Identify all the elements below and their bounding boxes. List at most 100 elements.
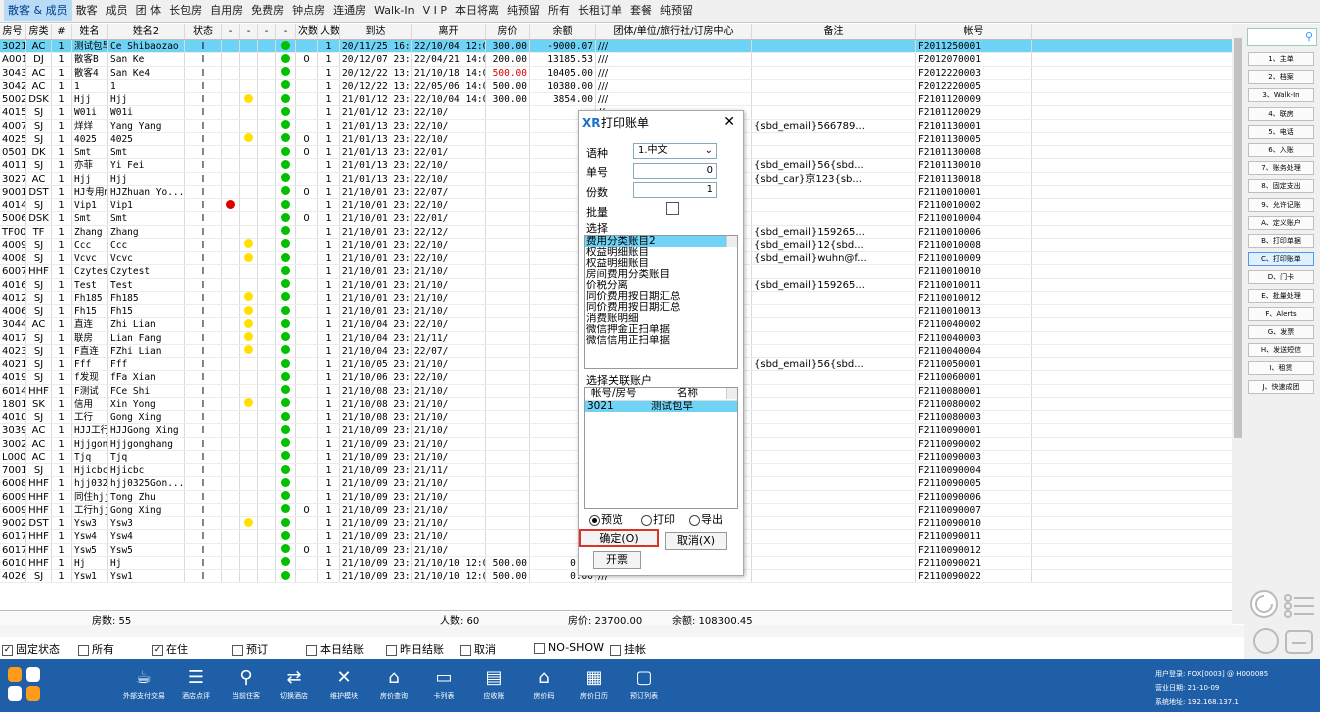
filter-checkbox[interactable] [78, 644, 89, 656]
col-header-3[interactable]: 姓名 [72, 24, 108, 39]
action-button-4[interactable]: 5、电话 [1248, 124, 1314, 139]
bill-type-option[interactable]: 权益明细账目 [585, 247, 737, 258]
action-button-9[interactable]: A、定义账户 [1248, 215, 1314, 230]
vertical-scrollbar[interactable] [1232, 24, 1244, 624]
print-icon[interactable] [1250, 625, 1316, 657]
bill-type-option[interactable]: 权益明细账目 [585, 258, 737, 269]
bill-type-list[interactable]: 费用分类账目2 权益明细账目 权益明细账目 房间费用分类账目 价税分离 同价费用按日期汇总… [584, 235, 738, 369]
col-header-17[interactable]: 备注 [752, 24, 916, 39]
filter-checkbox[interactable]: ✓ [2, 644, 13, 656]
filter-checkbox[interactable] [232, 644, 243, 656]
filter-checkbox[interactable] [460, 644, 471, 656]
radio-1[interactable]: 打印 [641, 511, 675, 527]
filter-checkbox[interactable] [610, 644, 621, 656]
col-header-15[interactable]: 余额 [530, 24, 596, 39]
tab-9[interactable]: Walk-In [370, 0, 419, 21]
copies-input[interactable]: 1 [633, 182, 717, 198]
col-header-10[interactable]: 次数 [296, 24, 318, 39]
ok-button[interactable]: 确定(O) [579, 529, 659, 547]
scroll-thumb[interactable] [1234, 38, 1242, 438]
bill-type-option[interactable]: 微信信用正扫单据 [585, 335, 737, 346]
tab-15[interactable]: 套餐 [626, 0, 656, 21]
tab-2[interactable]: 成员 [102, 0, 132, 21]
action-button-14[interactable]: F、Alerts [1248, 306, 1314, 321]
filter-6[interactable]: 取消 [460, 641, 496, 657]
filter-1[interactable]: 所有 [78, 641, 114, 657]
filter-checkbox[interactable]: ✓ [152, 644, 163, 656]
clipboard-icon[interactable]: ▢ [614, 665, 674, 691]
tab-11[interactable]: 本日将离 [451, 0, 503, 21]
toolbar-item-10[interactable]: ▢ 预订列表 [614, 665, 674, 701]
bill-type-option[interactable]: 同价费用按日期汇总 [585, 291, 737, 302]
filter-checkbox[interactable] [306, 644, 317, 656]
col-header-14[interactable]: 房价 [486, 24, 530, 39]
action-button-13[interactable]: E、批量处理 [1248, 288, 1314, 303]
list-scrollbar[interactable] [726, 236, 737, 247]
action-button-7[interactable]: 8、固定支出 [1248, 179, 1314, 194]
bill-type-option[interactable]: 价税分离 [585, 280, 737, 291]
toolbar-item-0[interactable]: ☕ 外部支付交易 [114, 665, 174, 701]
action-button-18[interactable]: J、快速成团 [1248, 379, 1314, 394]
assoc-account-list[interactable]: 帐号/房号 名称 3021 测试包早 [584, 387, 738, 509]
action-button-11[interactable]: C、打印账单 [1248, 252, 1314, 267]
table-row[interactable]: 3042AC111I120/12/22 13:2122/05/06 14:005… [0, 79, 1232, 93]
filter-3[interactable]: 预订 [232, 641, 268, 657]
bill-type-option[interactable]: 房间费用分类账目 [585, 269, 737, 280]
tab-4[interactable]: 长包房 [165, 0, 206, 21]
tab-12[interactable]: 纯预留 [503, 0, 544, 21]
tab-6[interactable]: 免费房 [247, 0, 288, 21]
action-button-15[interactable]: G、发票 [1248, 325, 1314, 339]
search-icon[interactable]: ⚲ [1305, 30, 1313, 43]
assoc-row[interactable]: 3021 测试包早 [585, 401, 737, 412]
action-button-12[interactable]: D、门卡 [1248, 270, 1314, 285]
invoice-button[interactable]: 开票 [593, 551, 641, 569]
number-input[interactable]: 0 [633, 163, 717, 179]
radio-circle[interactable] [641, 514, 652, 526]
filter-5[interactable]: 昨日结账 [386, 641, 444, 657]
action-button-1[interactable]: 2、档案 [1248, 70, 1314, 85]
bill-type-option[interactable]: 微信押金正扫单据 [585, 324, 737, 335]
bill-type-option[interactable]: 同价费用按日期汇总 [585, 302, 737, 313]
radio-0[interactable]: 预览 [589, 511, 623, 527]
tab-7[interactable]: 钟点房 [288, 0, 329, 21]
action-button-3[interactable]: 4、联房 [1248, 106, 1314, 121]
tab-5[interactable]: 自用房 [206, 0, 247, 21]
tab-1[interactable]: 散客 [72, 0, 102, 21]
menu-list-icon[interactable] [1282, 592, 1316, 620]
filter-8[interactable]: 挂帐 [610, 641, 646, 657]
bill-type-option[interactable]: 消费账明细 [585, 313, 737, 324]
col-header-7[interactable]: - [240, 24, 258, 39]
col-header-11[interactable]: 人数 [318, 24, 340, 39]
col-header-13[interactable]: 离开 [412, 24, 486, 39]
col-header-0[interactable]: 房号 [0, 24, 26, 39]
col-header-1[interactable]: 房类 [26, 24, 52, 39]
horizontal-scrollbar[interactable] [0, 625, 1244, 637]
bill-type-option[interactable]: 费用分类账目2 [585, 236, 737, 247]
table-row[interactable]: A001DJ1散客BSan KeI0120/12/07 23:5922/04/2… [0, 53, 1232, 67]
col-header-6[interactable]: - [222, 24, 240, 39]
close-icon[interactable]: ✕ [723, 111, 735, 133]
action-button-8[interactable]: 9、允许记账 [1248, 197, 1314, 212]
col-header-4[interactable]: 姓名2 [108, 24, 185, 39]
cup-icon[interactable]: ☕ [114, 665, 174, 691]
filter-2[interactable]: ✓ 在住 [152, 641, 188, 657]
action-button-10[interactable]: B、打印单据 [1248, 234, 1314, 248]
action-button-16[interactable]: H、发送短信 [1248, 343, 1314, 358]
action-button-5[interactable]: 6、入账 [1248, 143, 1314, 157]
table-row[interactable]: 5002DSK1HjjHjjI121/01/12 23:5922/10/04 1… [0, 93, 1232, 107]
batch-checkbox[interactable] [666, 202, 679, 215]
radio-2[interactable]: 导出 [689, 511, 723, 527]
filter-checkbox[interactable] [534, 642, 545, 654]
col-header-8[interactable]: - [258, 24, 276, 39]
filter-7[interactable]: NO-SHOW [534, 641, 604, 654]
tab-16[interactable]: 纯预留 [656, 0, 697, 21]
action-button-2[interactable]: 3、Walk-In [1248, 88, 1314, 103]
table-row[interactable]: 3043AC1散客4San Ke4I120/12/22 13:0421/10/1… [0, 66, 1232, 80]
assoc-scrollbar[interactable] [726, 388, 737, 399]
col-header-18[interactable]: 帐号 [916, 24, 1032, 39]
action-button-6[interactable]: 7、账务处理 [1248, 161, 1314, 176]
chevron-down-icon[interactable]: ⌄ [705, 144, 713, 158]
tab-14[interactable]: 长租订单 [574, 0, 626, 21]
radio-circle[interactable] [689, 514, 700, 526]
filter-0[interactable]: ✓ 固定状态 [2, 641, 60, 657]
